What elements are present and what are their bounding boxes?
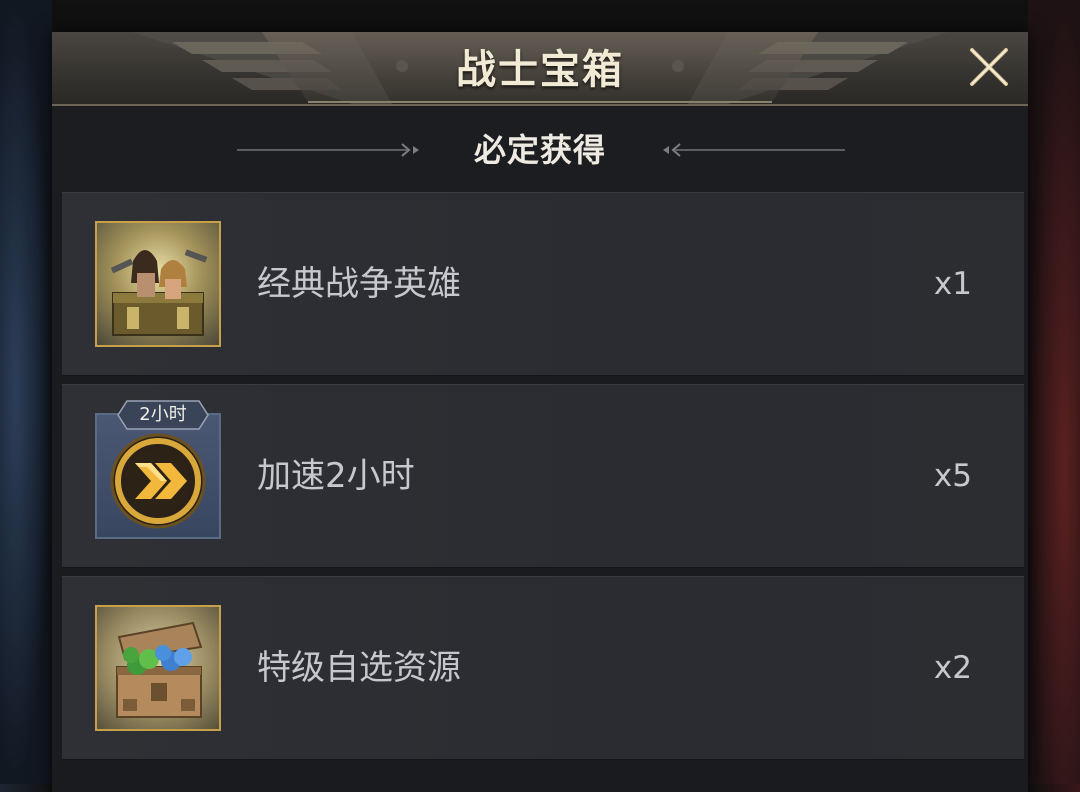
speedup-icon: 2小时	[95, 400, 221, 539]
close-icon	[970, 48, 1008, 86]
reward-item[interactable]: 2小时 加速2小时 x5	[62, 384, 1024, 568]
item-name: 特级自选资源	[257, 648, 461, 688]
item-name: 加速2小时	[257, 456, 415, 496]
section-header: 必定获得	[52, 106, 1028, 192]
reward-item[interactable]: 特级自选资源 x2	[62, 576, 1024, 760]
item-quantity: x2	[933, 650, 972, 686]
dialog-title: 战士宝箱	[456, 47, 624, 93]
resource-chest-icon	[95, 605, 221, 731]
item-quantity: x1	[933, 266, 972, 302]
dialog-header: 战士宝箱	[52, 32, 1028, 106]
item-name: 经典战争英雄	[257, 264, 461, 304]
arrow-left-decoration	[663, 143, 845, 157]
close-button[interactable]	[966, 44, 1012, 90]
duration-badge: 2小时	[117, 400, 209, 430]
hero-crate-icon	[95, 221, 221, 347]
background-left	[0, 0, 52, 784]
reward-dialog: 战士宝箱 必定获得 经典战争英雄 x1 2小时 加速2小时 x5 特级自选资源 …	[52, 32, 1028, 792]
reward-item[interactable]: 经典战争英雄 x1	[62, 192, 1024, 376]
item-quantity: x5	[933, 458, 972, 494]
section-title: 必定获得	[473, 131, 606, 169]
background-right	[1028, 0, 1080, 784]
duration-badge-label: 2小时	[139, 404, 187, 425]
